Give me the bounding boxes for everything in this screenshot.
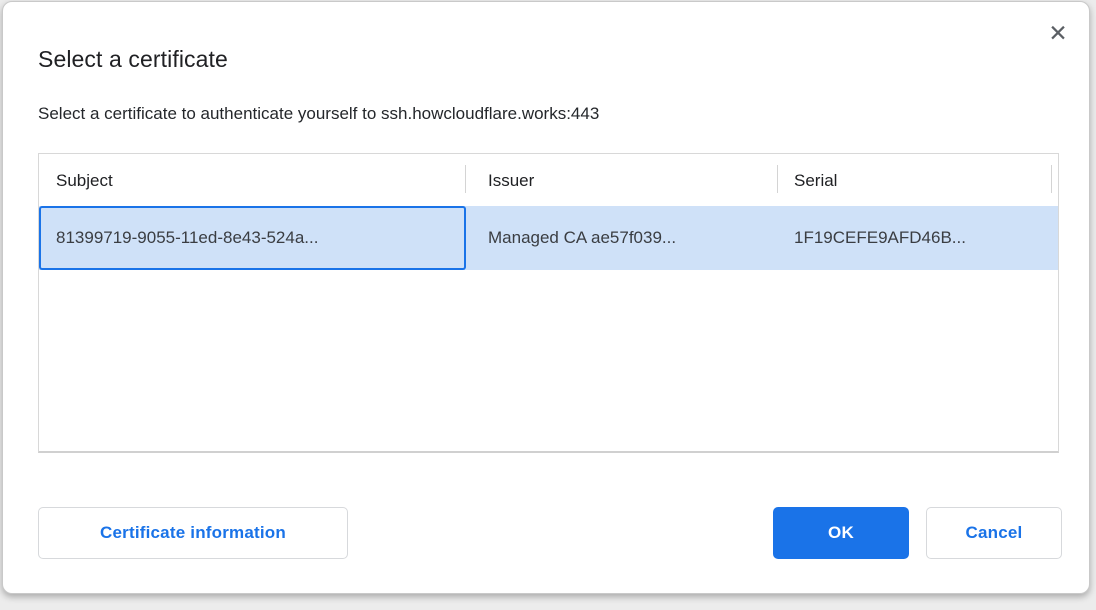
column-header-serial: Serial — [778, 154, 1058, 206]
dialog-title: Select a certificate — [38, 46, 228, 73]
ok-button[interactable]: OK — [773, 507, 909, 559]
select-certificate-dialog: ✕ Select a certificate Select a certific… — [2, 1, 1090, 594]
certificate-information-button[interactable]: Certificate information — [38, 507, 348, 559]
certificate-table: Subject Issuer Serial 81399719-9055-11ed… — [38, 153, 1059, 453]
dialog-subtitle: Select a certificate to authenticate you… — [38, 104, 599, 124]
table-header-row: Subject Issuer Serial — [39, 154, 1058, 206]
column-header-subject: Subject — [39, 154, 466, 206]
cell-issuer[interactable]: Managed CA ae57f039... — [466, 206, 778, 270]
column-header-issuer: Issuer — [466, 154, 778, 206]
cell-subject[interactable]: 81399719-9055-11ed-8e43-524a... — [39, 206, 466, 270]
cancel-button[interactable]: Cancel — [926, 507, 1062, 559]
close-icon[interactable]: ✕ — [1041, 16, 1075, 50]
cell-serial[interactable]: 1F19CEFE9AFD46B... — [778, 206, 1058, 270]
table-row[interactable]: 81399719-9055-11ed-8e43-524a... Managed … — [39, 206, 1058, 270]
